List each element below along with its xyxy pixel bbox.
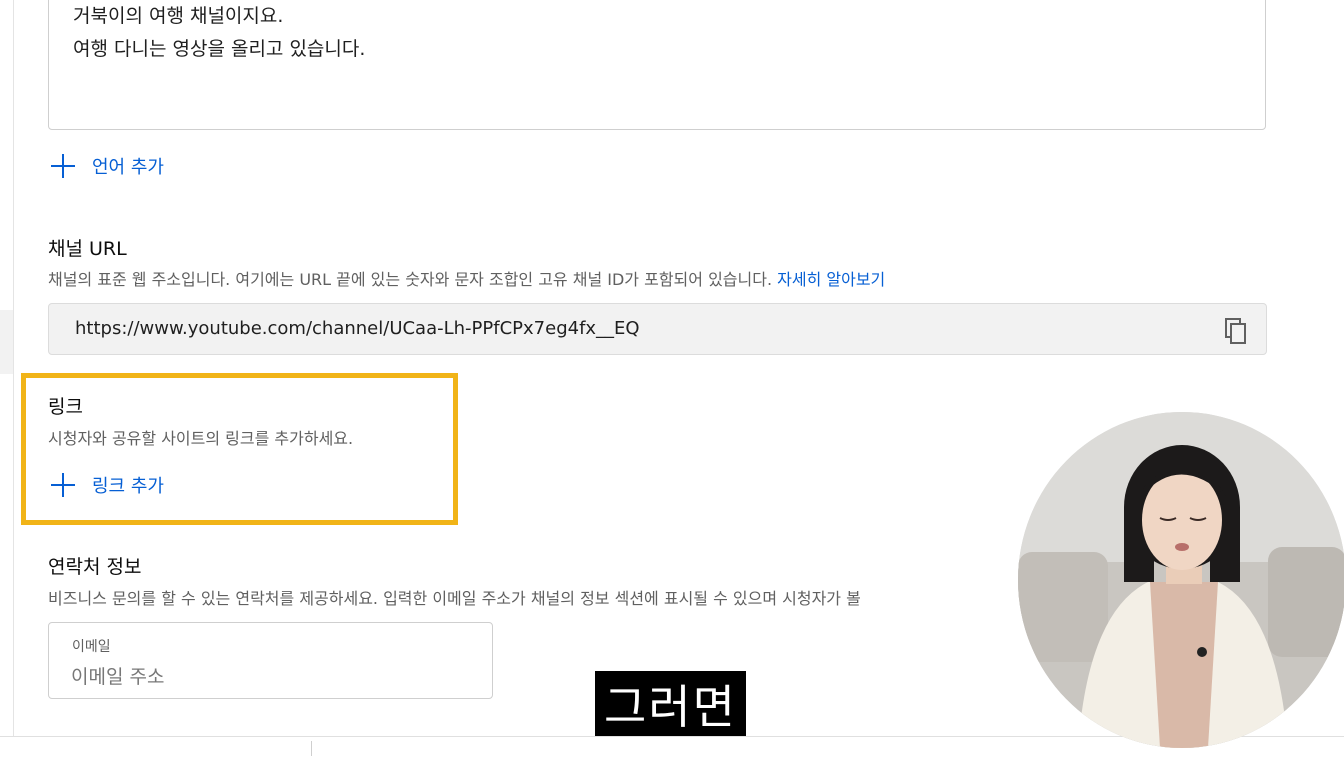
email-label: 이메일: [72, 639, 111, 655]
presenter-webcam: [1018, 412, 1344, 748]
learn-more-link[interactable]: 자세히 알아보기: [777, 270, 885, 289]
email-field[interactable]: 이메일: [48, 622, 493, 699]
channel-url-title: 채널 URL: [48, 238, 127, 260]
channel-url-value: https://www.youtube.com/channel/UCaa-Lh-…: [75, 318, 640, 339]
video-subtitle: 그러면: [595, 671, 746, 736]
email-input[interactable]: [71, 663, 461, 691]
links-highlight-box: [21, 373, 458, 525]
channel-description-textarea[interactable]: 거북이의 여행 채널이지요. 여행 다니는 영상을 올리고 있습니다.: [48, 0, 1266, 130]
contact-description: 비즈니스 문의를 할 수 있는 연락처를 제공하세요. 입력한 이메일 주소가 …: [48, 589, 861, 608]
description-line-2: 여행 다니는 영상을 올리고 있습니다.: [73, 38, 366, 60]
contact-title: 연락처 정보: [48, 556, 142, 578]
channel-url-description-text: 채널의 표준 웹 주소입니다. 여기에는 URL 끝에 있는 숫자와 문자 조합…: [48, 270, 773, 289]
channel-url-description: 채널의 표준 웹 주소입니다. 여기에는 URL 끝에 있는 숫자와 문자 조합…: [48, 266, 885, 290]
left-rail-scroll-marker: [0, 310, 13, 374]
add-language-button[interactable]: 언어 추가: [50, 151, 164, 181]
description-line-1: 거북이의 여행 채널이지요.: [73, 5, 284, 27]
add-language-label: 언어 추가: [92, 157, 164, 178]
copy-icon[interactable]: [1224, 317, 1248, 345]
channel-url-field[interactable]: https://www.youtube.com/channel/UCaa-Lh-…: [48, 303, 1267, 355]
plus-icon: [50, 153, 76, 179]
bottom-divider: [311, 741, 312, 756]
